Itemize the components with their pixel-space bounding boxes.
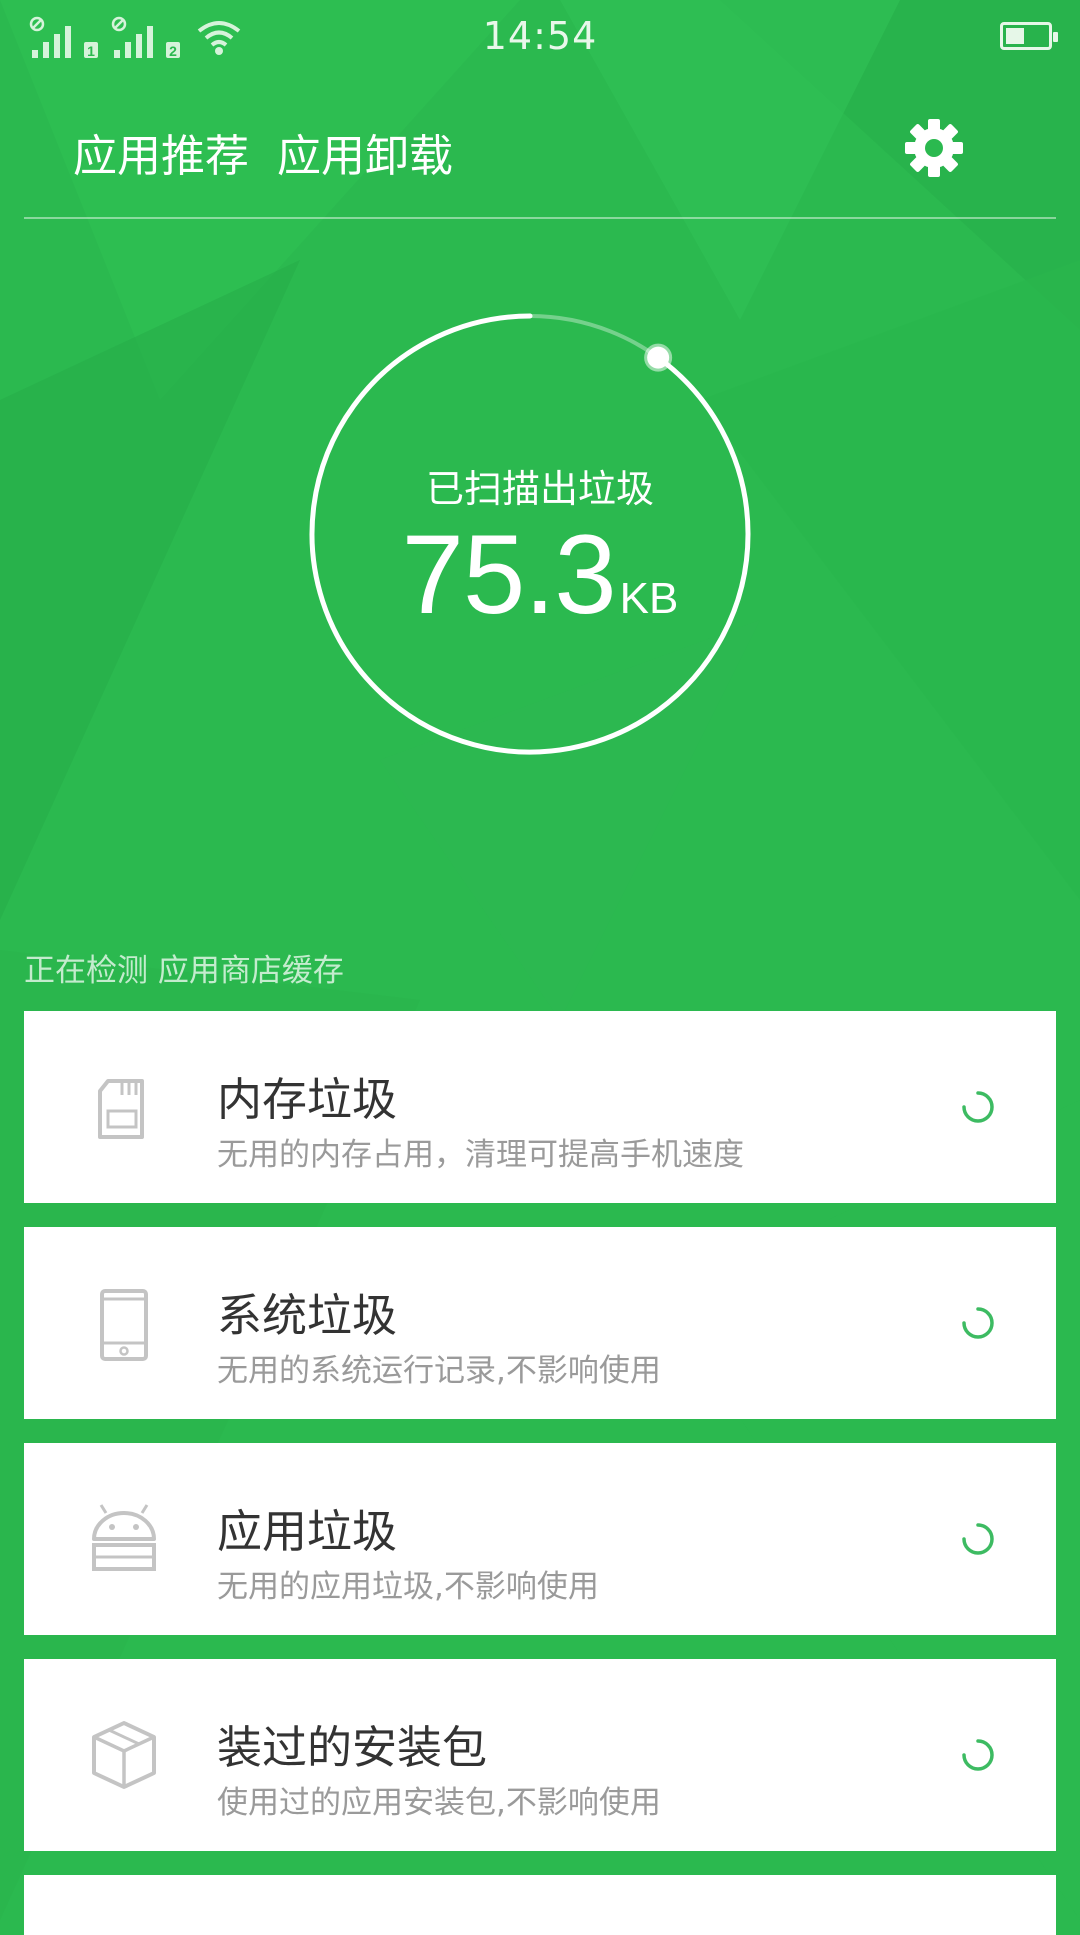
category-subtitle: 使用过的应用安装包,不影响使用 bbox=[217, 1785, 661, 1821]
category-subtitle: 无用的系统运行记录,不影响使用 bbox=[217, 1353, 661, 1389]
loading-spinner-icon bbox=[962, 1739, 994, 1771]
status-bar: 1 2 14:54 bbox=[0, 0, 1080, 76]
category-card-system[interactable]: 系统垃圾 无用的系统运行记录,不影响使用 bbox=[24, 1227, 1056, 1419]
category-card-package[interactable]: 装过的安装包 使用过的应用安装包,不影响使用 bbox=[24, 1659, 1056, 1851]
loading-spinner-icon bbox=[962, 1091, 994, 1123]
gear-icon bbox=[905, 119, 963, 177]
scan-title: 已扫描出垃圾 bbox=[425, 467, 654, 511]
scan-progress-dot bbox=[644, 343, 673, 372]
settings-button[interactable] bbox=[902, 116, 966, 180]
category-card-memory[interactable]: 内存垃圾 无用的内存占用，清理可提高手机速度 bbox=[24, 1011, 1056, 1203]
category-card-app[interactable]: 应用垃圾 无用的应用垃圾,不影响使用 bbox=[24, 1443, 1056, 1635]
category-title: 内存垃圾 bbox=[217, 1073, 398, 1126]
battery-level bbox=[1006, 28, 1024, 44]
loading-spinner-icon bbox=[962, 1307, 994, 1339]
package-icon bbox=[92, 1721, 156, 1789]
header: 应用推荐 应用卸载 bbox=[0, 76, 1080, 218]
phone-icon bbox=[100, 1289, 148, 1361]
category-title: 系统垃圾 bbox=[217, 1289, 398, 1342]
tab-app-recommend[interactable]: 应用推荐 bbox=[73, 120, 249, 184]
tab-app-uninstall[interactable]: 应用卸载 bbox=[277, 120, 453, 184]
header-divider bbox=[24, 217, 1056, 219]
category-title: 应用垃圾 bbox=[217, 1505, 398, 1558]
loading-spinner-icon bbox=[962, 1523, 994, 1555]
android-icon bbox=[92, 1504, 156, 1571]
category-subtitle: 无用的应用垃圾,不影响使用 bbox=[217, 1569, 599, 1605]
battery-icon bbox=[1000, 22, 1058, 50]
scan-amount: 75.3KB bbox=[0, 510, 1080, 639]
scan-value: 75.3 bbox=[401, 512, 617, 637]
sd-card-icon bbox=[98, 1079, 144, 1139]
scan-unit: KB bbox=[619, 574, 679, 623]
status-time: 14:54 bbox=[482, 14, 598, 58]
category-title: 装过的安装包 bbox=[217, 1721, 488, 1774]
category-card-partial[interactable] bbox=[24, 1875, 1056, 1935]
category-subtitle: 无用的内存占用，清理可提高手机速度 bbox=[217, 1137, 744, 1173]
scan-status-text: 正在检测 应用商店缓存 bbox=[24, 953, 344, 989]
